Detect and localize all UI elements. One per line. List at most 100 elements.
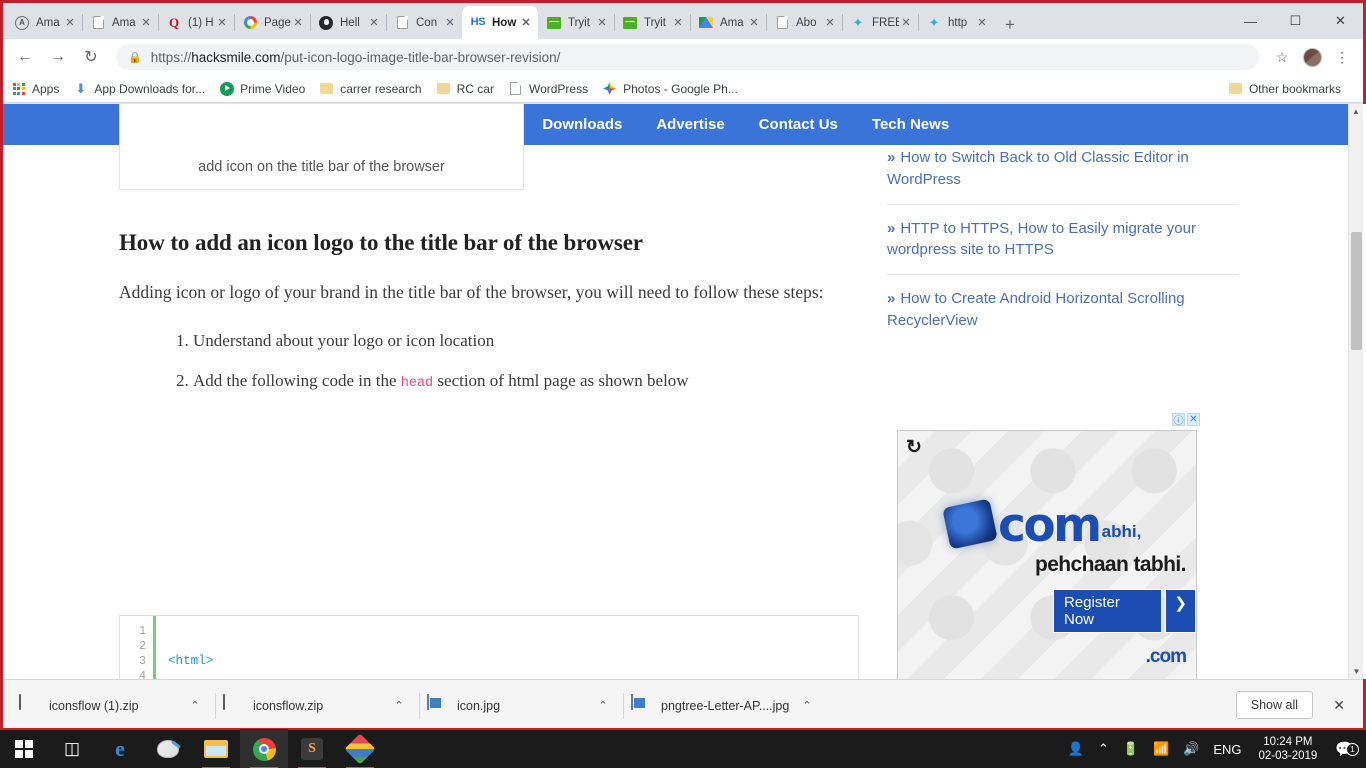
browser-tab-5[interactable]: Con ✕ [386, 6, 462, 39]
close-tab-icon[interactable]: ✕ [139, 16, 153, 30]
browser-tab-4[interactable]: Hell ✕ [310, 6, 386, 39]
bookmark-rc-car[interactable]: RC car [436, 81, 494, 96]
site-nav-advertise[interactable]: Advertise [656, 116, 724, 133]
browser-tab-6-active[interactable]: HS How ✕ [462, 6, 538, 39]
close-tab-icon[interactable]: ✕ [671, 16, 685, 30]
chevron-up-icon[interactable]: ⌃ [185, 699, 205, 712]
site-nav-downloads[interactable]: Downloads [542, 116, 622, 133]
file-explorer-button[interactable] [192, 729, 240, 768]
other-bookmarks[interactable]: Other bookmarks [1228, 81, 1341, 96]
browser-tab-1[interactable]: Ama ✕ [82, 6, 158, 39]
ad-info-icon[interactable]: ⓘ [1172, 413, 1185, 427]
bookmark-star-icon[interactable]: ☆ [1269, 44, 1295, 70]
browser-tab-7[interactable]: Tryit ✕ [538, 6, 614, 39]
download-item[interactable]: pngtree-Letter-AP....jpg ⌃ [623, 691, 827, 721]
browser-tab-11[interactable]: ✦ FREE ✕ [842, 6, 918, 39]
close-tab-icon[interactable]: ✕ [899, 16, 913, 30]
bookmark-carrer-research[interactable]: carrer research [319, 81, 422, 96]
close-tab-icon[interactable]: ✕ [823, 16, 837, 30]
ad-footer-logo: .com [1145, 646, 1187, 667]
chevron-up-icon[interactable]: ⌃ [593, 699, 613, 712]
battery-icon[interactable]: 🔋 [1116, 741, 1146, 757]
close-tab-icon[interactable]: ✕ [443, 16, 457, 30]
download-icon: ⬇ [75, 80, 87, 96]
forward-button[interactable]: → [44, 43, 72, 71]
show-hidden-icons-button[interactable]: ⌃ [1091, 741, 1116, 757]
volume-icon[interactable]: 🔊 [1176, 741, 1206, 757]
task-view-button[interactable]: ◫ [48, 729, 96, 768]
new-tab-button[interactable]: + [996, 11, 1024, 39]
bookmark-label: RC car [456, 81, 494, 96]
register-now-button[interactable]: Register Now [1053, 589, 1163, 633]
close-tab-icon[interactable]: ✕ [63, 16, 77, 30]
browser-tab-3[interactable]: Page ✕ [234, 6, 310, 39]
chrome-app-button[interactable] [240, 729, 288, 768]
site-nav-contact-us[interactable]: Contact Us [759, 116, 838, 133]
bookmark-app-downloads[interactable]: ⬇ App Downloads for... [73, 81, 205, 96]
edge-app-button[interactable]: e [96, 729, 144, 768]
close-tab-icon[interactable]: ✕ [367, 16, 381, 30]
chevron-up-icon[interactable]: ⌃ [389, 699, 409, 712]
browser-tab-10[interactable]: Abo ✕ [766, 6, 842, 39]
close-tab-icon[interactable]: ✕ [975, 16, 989, 30]
download-item[interactable]: iconsflow (1).zip ⌃ [15, 691, 215, 721]
photos-app-button[interactable] [336, 729, 384, 768]
close-downloads-bar-icon[interactable]: ✕ [1333, 697, 1345, 714]
page-scrollbar[interactable]: ▲ ▼ [1348, 104, 1363, 679]
avatar[interactable] [1299, 44, 1325, 70]
sublime-text-button[interactable]: S [288, 729, 336, 768]
close-tab-icon[interactable]: ✕ [519, 16, 533, 30]
address-bar[interactable]: 🔒 https://hacksmile.com/put-icon-logo-im… [116, 44, 1259, 70]
zip-file-icon [223, 693, 243, 717]
browser-tab-12[interactable]: ✦ http ✕ [918, 6, 994, 39]
related-posts-list: » How to Switch Back to Old Classic Edito… [887, 145, 1267, 345]
reload-button[interactable]: ↻ [77, 43, 105, 71]
notification-center-button[interactable]: 💬 1 [1327, 740, 1359, 758]
chevron-right-icon[interactable]: ❯ [1165, 589, 1196, 633]
close-tab-icon[interactable]: ✕ [595, 16, 609, 30]
close-window-button[interactable]: ✕ [1318, 3, 1363, 39]
back-button[interactable]: ← [11, 43, 39, 71]
bookmark-google-photos[interactable]: Photos - Google Ph... [602, 81, 738, 96]
chrome-menu-icon[interactable]: ⋮ [1329, 44, 1355, 70]
wifi-icon[interactable]: 📶 [1146, 741, 1176, 757]
browser-toolbar: ← → ↻ 🔒 https://hacksmile.com/put-icon-l… [3, 39, 1363, 75]
download-item[interactable]: icon.jpg ⌃ [419, 691, 623, 721]
list-item[interactable]: » How to Create Android Horizontal Scroll… [887, 275, 1239, 345]
refresh-icon[interactable]: ↻ [906, 436, 922, 459]
ad-cta[interactable]: Register Now ❯ [1053, 589, 1196, 633]
page-icon [774, 15, 790, 31]
show-all-downloads-button[interactable]: Show all [1235, 691, 1313, 719]
people-icon[interactable]: 👤 [1061, 741, 1091, 757]
ad-close-icon[interactable]: ✕ [1187, 413, 1200, 426]
bookmark-prime-video[interactable]: Prime Video [219, 81, 305, 96]
list-item[interactable]: » How to Switch Back to Old Classic Edito… [887, 147, 1239, 205]
browser-tab-8[interactable]: Tryit ✕ [614, 6, 690, 39]
language-indicator[interactable]: ENG [1206, 742, 1248, 757]
browser-tab-9[interactable]: Ama ✕ [690, 6, 766, 39]
close-tab-icon[interactable]: ✕ [215, 16, 229, 30]
scrollbar-thumb[interactable] [1351, 232, 1362, 350]
list-item[interactable]: » HTTP to HTTPS, How to Easily migrate yo… [887, 205, 1239, 275]
close-tab-icon[interactable]: ✕ [291, 16, 305, 30]
download-item[interactable]: iconsflow.zip ⌃ [215, 691, 419, 721]
browser-tab-2[interactable]: Q (1) H ✕ [158, 6, 234, 39]
scroll-down-icon[interactable]: ▼ [1349, 664, 1364, 679]
chevron-right-icon: » [887, 149, 896, 166]
code-block[interactable]: 1 2 3 4 5 6 7 8 9 10 11 12 [119, 615, 859, 679]
close-tab-icon[interactable]: ✕ [747, 16, 761, 30]
other-bookmarks-label: Other bookmarks [1248, 81, 1341, 96]
taskbar-clock[interactable]: 10:24 PM 02-03-2019 [1248, 735, 1327, 763]
site-nav-tech-news[interactable]: Tech News [872, 116, 949, 133]
start-button[interactable] [0, 729, 48, 768]
chevron-up-icon[interactable]: ⌃ [797, 699, 817, 712]
browser-tab-0[interactable]: A Ama ✕ [6, 6, 82, 39]
scroll-up-icon[interactable]: ▲ [1349, 104, 1363, 119]
maximize-button[interactable]: ☐ [1273, 3, 1318, 39]
tab-title: How [492, 16, 517, 29]
snipping-tool-button[interactable] [144, 729, 192, 768]
bookmark-apps[interactable]: Apps [11, 81, 59, 96]
minimize-button[interactable]: — [1228, 3, 1273, 39]
advertisement-banner[interactable]: ↻ com abhi, pehchaan tabhi. Register Now… [897, 430, 1197, 679]
bookmark-wordpress[interactable]: WordPress [508, 81, 588, 96]
